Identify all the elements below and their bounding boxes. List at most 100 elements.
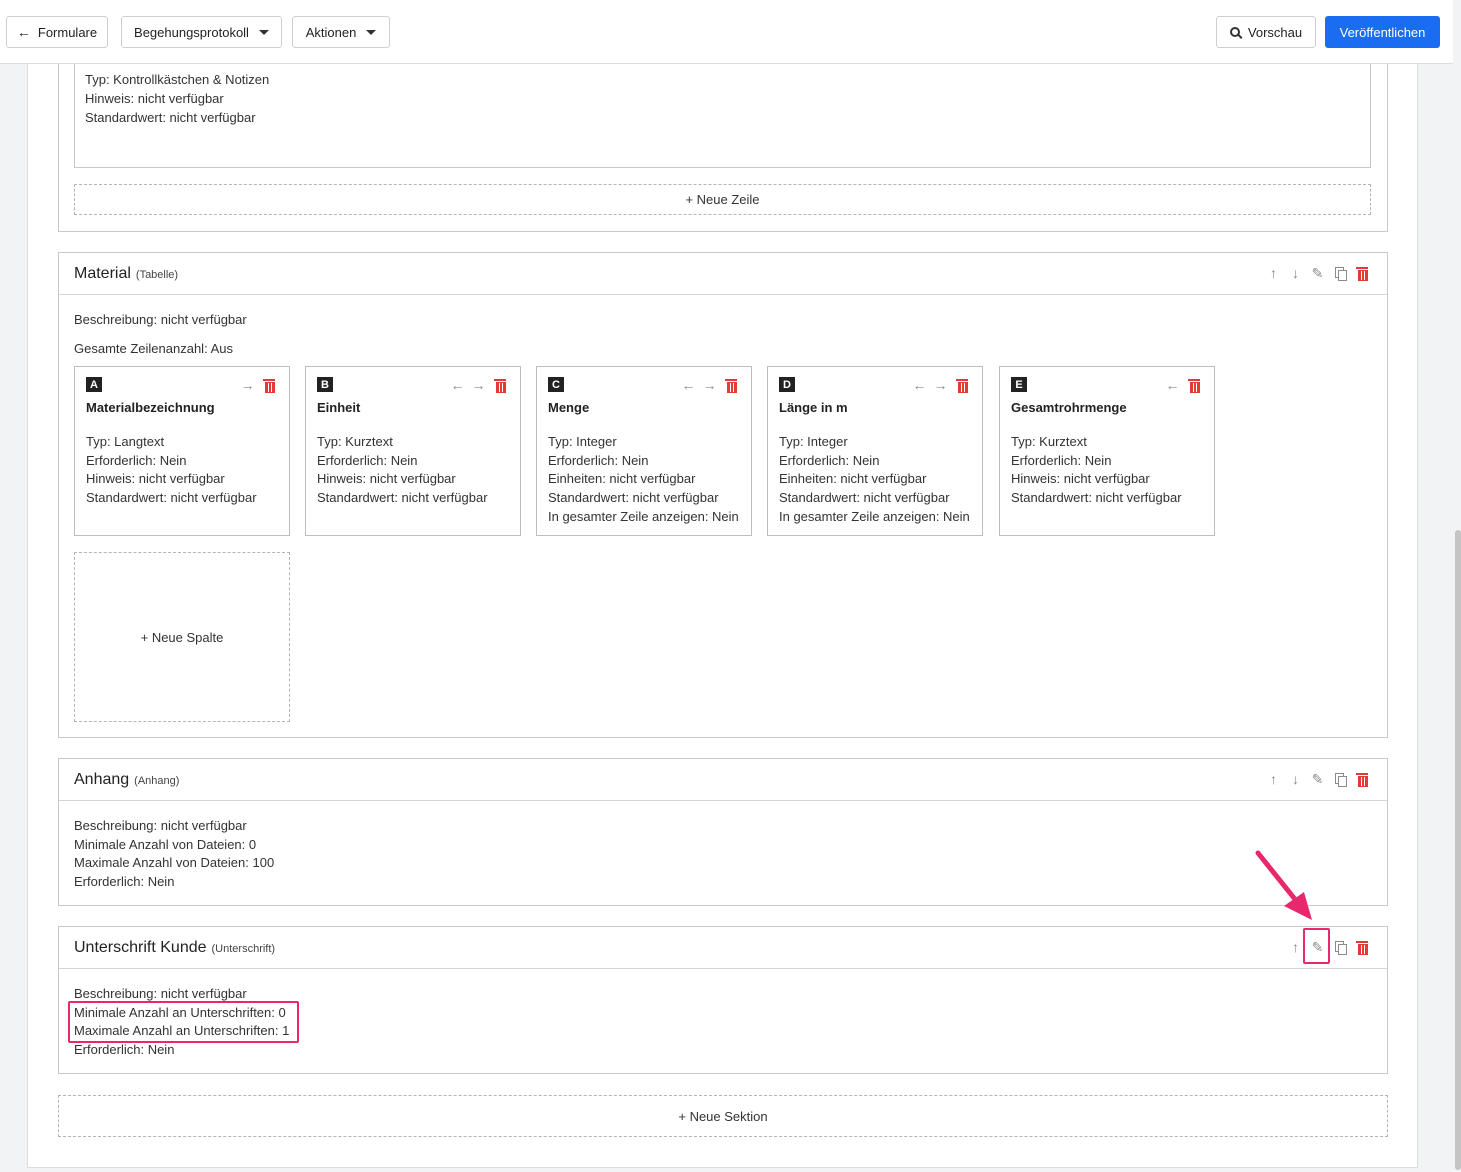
anhang-description: Beschreibung: nicht verfügbar [74,818,247,833]
section-actions: ↑ ↓ ✎ [1266,770,1369,788]
add-column-button[interactable]: + Neue Spalte [74,552,290,722]
actions-label: Aktionen [305,24,357,40]
pencil-icon[interactable]: ✎ [1310,264,1325,282]
add-row-button[interactable]: + Neue Zeile [74,184,1371,215]
column-letter: B [317,377,333,392]
back-to-forms-button[interactable]: ← Formulare [6,16,108,48]
copy-icon[interactable] [1332,770,1347,788]
add-row-label: + Neue Zeile [685,192,760,207]
section-title: Unterschrift Kunde (Unterschrift) [74,939,276,956]
section-header: Anhang (Anhang) ↑ ↓ ✎ [59,759,1387,801]
caret-down-icon [258,29,269,35]
column-card-b: B ← → Einheit Typ: Kurztext Erforderlich… [305,366,521,536]
trash-icon[interactable] [1354,770,1369,788]
trash-icon[interactable] [262,376,275,394]
anhang-max-files: Maximale Anzahl von Dateien: 100 [74,855,275,870]
anhang-required: Erforderlich: Nein [74,874,175,889]
column-letter: D [779,377,795,392]
arrow-left-icon[interactable]: ← [913,376,927,394]
add-section-button[interactable]: + Neue Sektion [58,1095,1388,1137]
column-details: Typ: Langtext Erforderlich: Nein Hinweis… [86,434,257,506]
column-actions: ← [1166,376,1200,394]
section-actions: ↑ ↓ ✎ [1266,264,1369,282]
material-total-rows: Gesamte Zeilenanzahl: Aus [74,341,233,356]
trash-icon[interactable] [955,376,968,394]
section-header: Unterschrift Kunde (Unterschrift) ↑ ✎ [59,927,1387,969]
trash-icon[interactable] [1354,264,1369,282]
column-letter: C [548,377,564,392]
column-actions: ← → [682,376,737,394]
arrow-right-icon[interactable]: → [934,376,948,394]
column-name: Menge [548,400,590,415]
column-name: Länge in m [779,400,848,415]
highlight-box-signature-limits [68,1001,299,1043]
column-actions: ← → [451,376,506,394]
trash-icon[interactable] [1354,938,1369,956]
column-letter: A [86,377,102,392]
signature-required: Erforderlich: Nein [74,1042,175,1057]
arrow-right-icon[interactable]: → [703,376,717,394]
section-type: (Anhang) [134,775,180,787]
scrollbar-thumb[interactable] [1455,530,1461,1170]
row-default: Standardwert: nicht verfügbar [85,110,256,125]
column-card-c: C ← → Menge Typ: Integer Erforderlich: N… [536,366,752,536]
column-card-e: E ← Gesamtrohrmenge Typ: Kurztext Erford… [999,366,1215,536]
publish-button[interactable]: Veröffentlichen [1325,16,1440,48]
top-toolbar: ← Formulare Begehungsprotokoll Aktionen … [0,0,1453,64]
arrow-down-icon[interactable]: ↓ [1288,264,1303,282]
column-details: Typ: Integer Erforderlich: Nein Einheite… [548,434,739,524]
column-name: Materialbezeichnung [86,400,215,415]
column-card-d: D ← → Länge in m Typ: Integer Erforderli… [767,366,983,536]
arrow-left-icon[interactable]: ← [682,376,696,394]
section-title: Material (Tabelle) [74,265,179,282]
form-select-dropdown[interactable]: Begehungsprotokoll [121,16,282,48]
publish-label: Veröffentlichen [1339,24,1426,40]
column-actions: ← → [913,376,968,394]
arrow-up-icon[interactable]: ↑ [1288,938,1303,956]
trash-icon[interactable] [493,376,506,394]
search-icon [1229,27,1240,37]
add-column-label: + Neue Spalte [140,629,224,645]
arrow-right-icon[interactable]: → [472,376,486,394]
arrow-up-icon[interactable]: ↑ [1266,770,1281,788]
section-type: (Tabelle) [135,269,179,281]
section-type: (Unterschrift) [211,943,276,955]
arrow-left-icon[interactable]: ← [1166,376,1180,394]
section-anhang: Anhang (Anhang) ↑ ↓ ✎ Beschreibung: nicht… [58,758,1388,906]
caret-down-icon [366,29,377,35]
annotation-arrow-icon [1255,850,1312,920]
preview-button[interactable]: Vorschau [1216,16,1316,48]
copy-icon[interactable] [1332,938,1347,956]
preview-label: Vorschau [1247,24,1303,40]
row-type: Typ: Kontrollkästchen & Notizen [85,72,270,87]
column-details: Typ: Kurztext Erforderlich: Nein Hinweis… [1011,434,1182,506]
column-details: Typ: Kurztext Erforderlich: Nein Hinweis… [317,434,488,506]
pencil-icon[interactable]: ✎ [1310,770,1325,788]
column-name: Gesamtrohrmenge [1011,400,1127,415]
column-letter: E [1011,377,1027,392]
row-hint: Hinweis: nicht verfügbar [85,91,224,106]
arrow-left-icon: ← [16,24,31,40]
column-name: Einheit [317,400,361,415]
trash-icon[interactable] [724,376,737,394]
anhang-min-files: Minimale Anzahl von Dateien: 0 [74,837,257,852]
column-actions: → [241,376,275,394]
arrow-right-icon[interactable]: → [241,376,255,394]
row-card: Typ: Kontrollkästchen & Notizen Hinweis:… [74,53,1371,168]
arrow-left-icon[interactable]: ← [451,376,465,394]
arrow-down-icon[interactable]: ↓ [1288,770,1303,788]
column-details: Typ: Integer Erforderlich: Nein Einheite… [779,434,970,524]
section-header: Material (Tabelle) ↑ ↓ ✎ [59,253,1387,295]
section-checkboxes: Typ: Kontrollkästchen & Notizen Hinweis:… [58,53,1388,232]
back-label: Formulare [37,24,98,40]
actions-dropdown[interactable]: Aktionen [292,16,390,48]
form-select-label: Begehungsprotokoll [134,24,249,40]
section-title: Anhang (Anhang) [74,771,180,788]
arrow-up-icon[interactable]: ↑ [1266,264,1281,282]
trash-icon[interactable] [1187,376,1200,394]
column-card-a: A → Materialbezeichnung Typ: Langtext Er… [74,366,290,536]
section-unterschrift: Unterschrift Kunde (Unterschrift) ↑ ✎ Bes… [58,926,1388,1074]
highlight-box-edit [1303,928,1330,964]
copy-icon[interactable] [1332,264,1347,282]
material-description: Beschreibung: nicht verfügbar [74,312,247,327]
